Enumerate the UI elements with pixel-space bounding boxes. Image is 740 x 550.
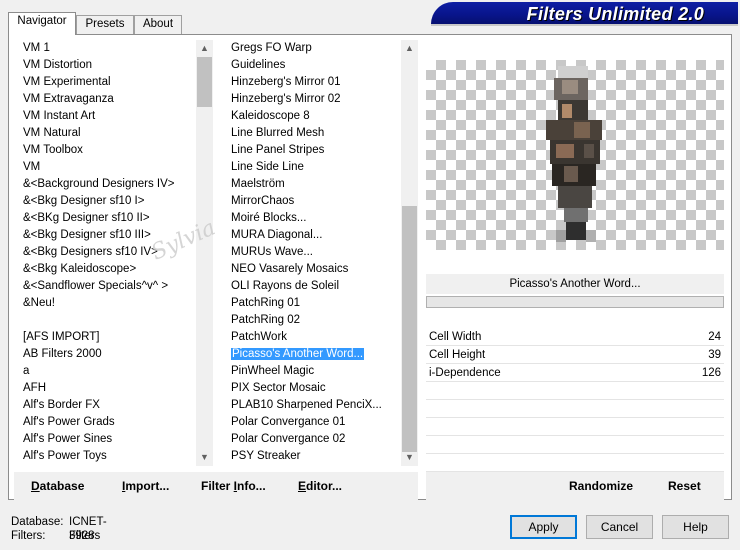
category-item[interactable]: [AFS IMPORT] <box>19 329 195 346</box>
category-item[interactable]: &Neu! <box>19 295 195 312</box>
window-title: Filters Unlimited 2.0 <box>526 4 704 24</box>
filter-scroll-thumb[interactable] <box>402 206 417 452</box>
filter-item[interactable]: Hinzeberg's Mirror 02 <box>227 91 401 108</box>
category-item[interactable]: Alf's Power Sines <box>19 431 195 448</box>
category-scroll-thumb[interactable] <box>197 57 212 107</box>
param-empty-row <box>426 382 724 400</box>
param-empty-row <box>426 454 724 472</box>
selected-filter-name: Picasso's Another Word... <box>426 274 724 294</box>
category-item[interactable]: AB Filters 2000 <box>19 346 195 363</box>
param-value: 126 <box>701 367 721 379</box>
category-item[interactable] <box>19 312 195 329</box>
scroll-up-icon[interactable]: ▲ <box>401 40 418 57</box>
filter-item[interactable]: Polar Convergance 01 <box>227 414 401 431</box>
scroll-up-icon[interactable]: ▲ <box>196 40 213 57</box>
scroll-down-icon[interactable]: ▼ <box>401 449 418 466</box>
filter-item[interactable]: PatchRing 01 <box>227 295 401 312</box>
param-label: i-Dependence <box>429 367 501 379</box>
cancel-button[interactable]: Cancel <box>586 515 653 539</box>
filter-scrollbar[interactable]: ▲ ▼ <box>401 40 418 466</box>
param-label: Cell Width <box>429 331 482 343</box>
category-item[interactable]: Alf's Power Grads <box>19 414 195 431</box>
status-filters-label: Filters: <box>11 530 46 542</box>
filter-item[interactable]: Gregs FO Warp <box>227 40 401 57</box>
filter-item[interactable]: PatchRing 02 <box>227 312 401 329</box>
param-empty-row <box>426 418 724 436</box>
apply-button[interactable]: Apply <box>510 515 577 539</box>
filter-item[interactable]: Hinzeberg's Mirror 01 <box>227 74 401 91</box>
category-item[interactable]: VM Extravaganza <box>19 91 195 108</box>
filter-item[interactable]: NEO Vasarely Mosaics <box>227 261 401 278</box>
filter-item[interactable]: PSY Streaker <box>227 448 401 465</box>
filter-item[interactable]: Maelström <box>227 176 401 193</box>
tab-navigator[interactable]: Navigator <box>8 12 76 35</box>
param-value: 39 <box>708 349 721 361</box>
filter-item[interactable]: Line Blurred Mesh <box>227 125 401 142</box>
scroll-down-icon[interactable]: ▼ <box>196 449 213 466</box>
status-database: Database: ICNET-Filters <box>11 515 107 542</box>
progress-bar <box>426 296 724 308</box>
status-filters-count: 3928 <box>69 530 95 542</box>
filter-item[interactable]: OLI Rayons de Soleil <box>227 278 401 295</box>
param-empty-row <box>426 436 724 454</box>
tab-about[interactable]: About <box>134 15 182 34</box>
param-empty-row <box>426 400 724 418</box>
filter-item[interactable]: PinWheel Magic <box>227 363 401 380</box>
status-filters: Filters: 3928 <box>11 529 95 543</box>
filter-item[interactable]: Kaleidoscope 8 <box>227 108 401 125</box>
category-item[interactable]: VM Experimental <box>19 74 195 91</box>
category-item[interactable]: VM 1 <box>19 40 195 57</box>
preview-figure <box>544 66 604 246</box>
tab-presets[interactable]: Presets <box>76 15 134 34</box>
filter-item[interactable]: Polar Convergance 02 <box>227 431 401 448</box>
filter-item[interactable]: MURUs Wave... <box>227 244 401 261</box>
category-item[interactable]: Alf's Border FX <box>19 397 195 414</box>
category-item[interactable]: AFH <box>19 380 195 397</box>
title-banner: Filters Unlimited 2.0 <box>431 2 738 26</box>
param-cell-width[interactable]: Cell Width 24 <box>426 328 724 346</box>
filter-item[interactable]: MURA Diagonal... <box>227 227 401 244</box>
category-item[interactable]: &<Bkg Designer sf10 I> <box>19 193 195 210</box>
right-action-bar: Randomize Reset <box>426 472 724 500</box>
filter-info-button[interactable]: Filter Info... <box>201 479 266 493</box>
param-cell-height[interactable]: Cell Height 39 <box>426 346 724 364</box>
preview-image <box>426 60 724 250</box>
import-button[interactable]: Import... <box>122 479 169 493</box>
filter-list[interactable]: Gregs FO Warp Guidelines Hinzeberg's Mirro… <box>227 40 401 466</box>
param-i-dependence[interactable]: i-Dependence 126 <box>426 364 724 382</box>
filter-item[interactable]: Picasso's Another Word... <box>227 346 401 363</box>
category-item[interactable]: VM Toolbox <box>19 142 195 159</box>
parameter-list: Cell Width 24 Cell Height 39 i-Dependenc… <box>426 328 724 472</box>
editor-button[interactable]: Editor... <box>298 479 342 493</box>
left-action-bar: Database Import... Filter Info... Editor… <box>14 472 418 500</box>
filter-item[interactable]: Line Side Line <box>227 159 401 176</box>
category-item[interactable]: &<Background Designers IV> <box>19 176 195 193</box>
category-item[interactable]: &<Sandflower Specials^v^ > <box>19 278 195 295</box>
filter-item[interactable]: Guidelines <box>227 57 401 74</box>
category-item[interactable]: VM Distortion <box>19 57 195 74</box>
filter-item[interactable]: PIX Sector Mosaic <box>227 380 401 397</box>
filter-item[interactable]: MirrorChaos <box>227 193 401 210</box>
filter-item[interactable]: Line Panel Stripes <box>227 142 401 159</box>
category-scrollbar[interactable]: ▲ ▼ <box>196 40 213 466</box>
filter-item[interactable]: PatchWork <box>227 329 401 346</box>
category-item[interactable]: VM <box>19 159 195 176</box>
status-database-label: Database: <box>11 516 64 528</box>
reset-button[interactable]: Reset <box>668 479 701 493</box>
database-button[interactable]: Database <box>31 479 84 493</box>
param-value: 24 <box>708 331 721 343</box>
filter-item[interactable]: Moiré Blocks... <box>227 210 401 227</box>
category-item[interactable]: a <box>19 363 195 380</box>
category-item[interactable]: &<Bkg Kaleidoscope> <box>19 261 195 278</box>
category-item[interactable]: &<BKg Designer sf10 II> <box>19 210 195 227</box>
category-item[interactable]: Alf's Power Toys <box>19 448 195 465</box>
filter-item[interactable]: PLAB10 Sharpened PenciX... <box>227 397 401 414</box>
param-label: Cell Height <box>429 349 486 361</box>
help-button[interactable]: Help <box>662 515 729 539</box>
category-item[interactable]: VM Instant Art <box>19 108 195 125</box>
category-item[interactable]: VM Natural <box>19 125 195 142</box>
randomize-button[interactable]: Randomize <box>569 479 633 493</box>
